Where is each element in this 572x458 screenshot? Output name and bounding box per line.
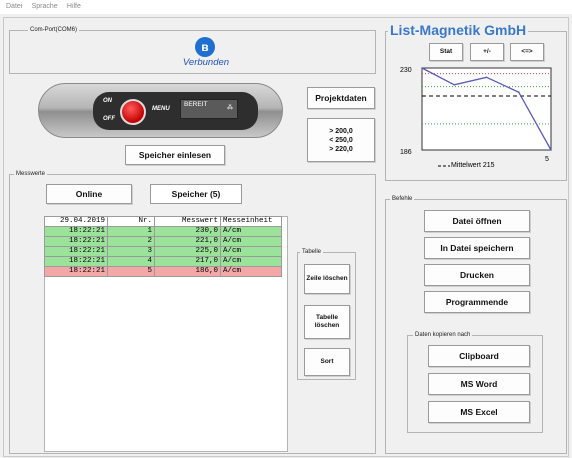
projektdaten-button[interactable]: Projektdaten [307,87,375,109]
messwerte-table: 29.04.2019 Nr. Messwert Messeinheit 18:2… [44,216,282,277]
cell-nr: 3 [107,246,155,257]
cell-time: 18:22:21 [44,256,108,267]
range-button[interactable]: <=> [510,43,544,61]
cell-value: 186,0 [154,266,221,277]
table-row[interactable]: 18:22:21 1 230,0 A/cm [44,226,282,237]
header-messeinheit[interactable]: Messeinheit [220,216,282,227]
ms-word-button[interactable]: MS Word [428,373,530,395]
bluetooth-icon: ʙ [195,37,215,57]
table-row[interactable]: 18:22:21 5 186,0 A/cm [44,266,282,277]
cell-value: 230,0 [154,226,221,237]
data-point [453,83,456,86]
drucken-button[interactable]: Drucken [424,264,530,286]
befehle-legend: Befehle [390,195,415,203]
cell-value: 221,0 [154,236,221,247]
y-max-label: 230 [400,67,412,74]
header-date[interactable]: 29.04.2019 [44,216,108,227]
connection-status: Verbunden [182,57,230,68]
device-on-label: ON [103,98,112,104]
clipboard-button[interactable]: Clipboard [428,345,530,367]
tab-speicher[interactable]: Speicher (5) [150,184,242,204]
data-point [517,91,520,94]
cell-value: 217,0 [154,256,221,267]
zeile-loeschen-button[interactable]: Zeile löschen [304,264,350,294]
plot-area [421,67,552,151]
threshold-line-1: > 200,0 [329,127,353,135]
x-max-label: 5 [545,156,549,163]
table-row[interactable]: 18:22:21 3 225,0 A/cm [44,246,282,257]
tabelle-loeschen-button[interactable]: Tabelle löschen [304,305,350,339]
device-screen-symbol: ⁂ [227,105,233,111]
messwerte-legend: Messwerte [14,170,48,178]
cell-nr: 4 [107,256,155,267]
data-point [421,67,423,69]
plus-minus-button[interactable]: +/- [470,43,504,61]
cell-unit: A/cm [220,256,282,267]
in-datei-speichern-button[interactable]: In Datei speichern [424,237,530,259]
chart-plot: 230 186 5 Mittelwert 215 [400,67,552,169]
table-row[interactable]: 18:22:21 2 221,0 A/cm [44,236,282,247]
cell-time: 18:22:21 [44,226,108,237]
menu-hilfe[interactable]: Hilfe [67,3,81,10]
speicher-einlesen-button[interactable]: Speicher einlesen [125,145,225,165]
cell-unit: A/cm [220,226,282,237]
ms-excel-button[interactable]: MS Excel [428,401,530,423]
tabelle-legend: Tabelle [300,248,324,256]
device-off-label: OFF [103,116,115,122]
cell-unit: A/cm [220,236,282,247]
cell-nr: 1 [107,226,155,237]
data-point [550,149,552,151]
stat-button[interactable]: Stat [429,43,463,61]
menu-sprache[interactable]: Sprache [32,3,58,10]
com-port-legend: Com-Port(COM6) [28,26,80,34]
device-menu-label: MENU [152,106,170,112]
table-header-row: 29.04.2019 Nr. Messwert Messeinheit [44,216,282,227]
cell-unit: A/cm [220,246,282,257]
threshold-line-2: < 250,0 [329,136,353,144]
data-point [485,76,488,79]
sort-button[interactable]: Sort [304,348,350,376]
thresholds-button[interactable]: > 200,0 < 250,0 > 220,0 [307,118,375,162]
company-title: List-Magnetik GmbH [388,22,529,38]
daten-kopieren-legend: Daten kopieren nach [413,331,473,339]
cell-unit: A/cm [220,266,282,277]
device-screen-text: BEREIT [184,101,208,108]
device-power-button [120,99,146,125]
tab-online[interactable]: Online [46,184,132,204]
cell-value: 225,0 [154,246,221,257]
mean-legend-text: Mittelwert 215 [451,162,495,169]
header-nr[interactable]: Nr. [107,216,155,227]
cell-nr: 5 [107,266,155,277]
cell-nr: 2 [107,236,155,247]
cell-time: 18:22:21 [44,236,108,247]
table-row[interactable]: 18:22:21 4 217,0 A/cm [44,256,282,267]
menu-datei[interactable]: Datei [6,3,22,10]
header-messwert[interactable]: Messwert [154,216,221,227]
datei-oeffnen-button[interactable]: Datei öffnen [424,210,530,232]
threshold-line-3: > 220,0 [329,145,353,153]
y-min-label: 186 [400,149,412,156]
programmende-button[interactable]: Programmende [424,291,530,313]
cell-time: 18:22:21 [44,246,108,257]
menu-bar: Datei Sprache Hilfe [0,0,572,14]
cell-time: 18:22:21 [44,266,108,277]
